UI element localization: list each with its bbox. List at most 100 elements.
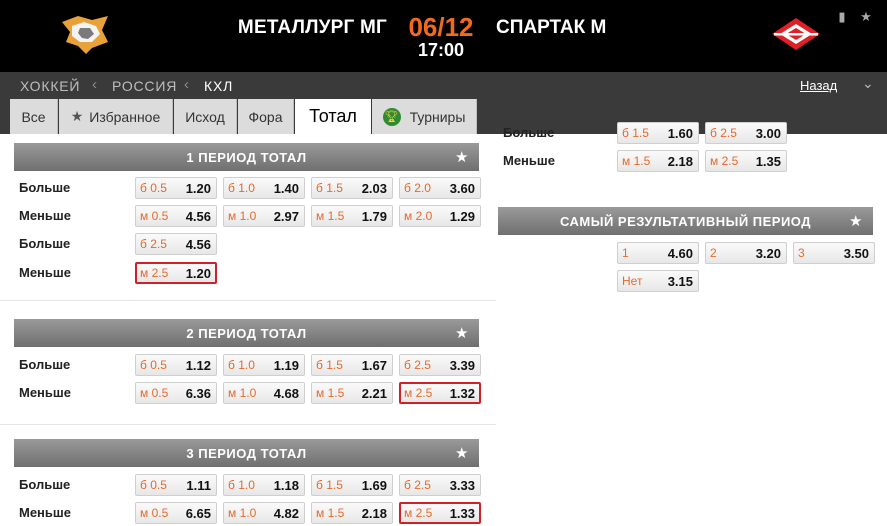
tab-handicap[interactable]: Фора <box>238 99 294 134</box>
odds-line: б 0.5 <box>140 358 167 372</box>
odds-button[interactable]: б 1.5 1.60 <box>617 122 699 144</box>
odds-button[interactable]: м 1.0 4.82 <box>223 502 305 524</box>
row-label: Меньше <box>503 153 555 168</box>
stats-icon[interactable]: ▮ <box>835 10 849 24</box>
breadcrumb-separator-icon: ‹ <box>184 76 189 93</box>
odds-button[interactable]: б 1.5 1.67 <box>311 354 393 376</box>
odds-button[interactable]: м 1.5 2.18 <box>617 150 699 172</box>
odds-button[interactable]: м 1.0 2.97 <box>223 205 305 227</box>
section-header-period-3-total[interactable]: 3 ПЕРИОД ТОТАЛ ★ <box>14 439 479 467</box>
odds-value: 1.18 <box>273 478 299 493</box>
odds-button[interactable]: м 1.5 2.21 <box>311 382 393 404</box>
away-team-logo <box>770 14 822 54</box>
odds-line: б 1.5 <box>316 478 343 492</box>
odds-button[interactable]: м 1.5 1.79 <box>311 205 393 227</box>
odds-button[interactable]: м 2.0 1.29 <box>399 205 481 227</box>
odds-button[interactable]: б 0.5 1.11 <box>135 474 217 496</box>
odds-value: 1.12 <box>185 358 211 373</box>
odds-button[interactable]: б 1.0 1.18 <box>223 474 305 496</box>
odds-button[interactable]: б 2.5 3.39 <box>399 354 481 376</box>
odds-button[interactable]: м 2.5 1.32 <box>399 382 481 404</box>
odds-value: 3.00 <box>755 126 781 141</box>
odds-button[interactable]: б 0.5 1.12 <box>135 354 217 376</box>
odds-button[interactable]: м 0.5 6.65 <box>135 502 217 524</box>
odds-value: 3.50 <box>843 246 869 261</box>
odds-value: 1.20 <box>185 181 211 196</box>
odds-button[interactable]: м 1.0 4.68 <box>223 382 305 404</box>
odds-value: 2.03 <box>361 181 387 196</box>
odds-button[interactable]: б 2.5 3.33 <box>399 474 481 496</box>
odds-button[interactable]: б 2.5 4.56 <box>135 233 217 255</box>
odds-value: 1.69 <box>361 478 387 493</box>
row-label: Больше <box>19 477 71 492</box>
star-icon[interactable]: ★ <box>859 10 873 24</box>
row-label: Больше <box>503 125 555 140</box>
row-label: Больше <box>19 236 71 251</box>
odds-line: м 1.0 <box>228 386 257 400</box>
odds-line: м 2.5 <box>710 154 739 168</box>
star-icon[interactable]: ★ <box>455 444 469 462</box>
match-time: 17:00 <box>417 40 465 60</box>
odds-button[interactable]: м 2.5 1.33 <box>399 502 481 524</box>
odds-button[interactable]: м 2.5 1.35 <box>705 150 787 172</box>
odds-button[interactable]: б 2.5 3.00 <box>705 122 787 144</box>
odds-line: м 1.5 <box>316 506 345 520</box>
odds-button[interactable]: м 0.5 4.56 <box>135 205 217 227</box>
odds-button[interactable]: б 1.0 1.19 <box>223 354 305 376</box>
tab-all[interactable]: Все <box>10 99 58 134</box>
star-icon[interactable]: ★ <box>849 212 863 230</box>
section-header-top-scoring-period[interactable]: САМЫЙ РЕЗУЛЬТАТИВНЫЙ ПЕРИОД ★ <box>498 207 873 235</box>
odds-button[interactable]: м 0.5 6.36 <box>135 382 217 404</box>
back-link[interactable]: Назад <box>800 78 837 93</box>
star-icon[interactable]: ★ <box>455 324 469 342</box>
odds-line: б 1.5 <box>316 181 343 195</box>
odds-value: 1.20 <box>185 266 211 281</box>
breadcrumb-sport[interactable]: ХОККЕЙ <box>20 78 80 94</box>
odds-value: 1.79 <box>361 209 387 224</box>
away-team-name: СПАРТАК М <box>496 17 607 38</box>
tab-outcome[interactable]: Исход <box>174 99 237 134</box>
odds-value: 1.35 <box>755 154 781 169</box>
star-icon: ★ <box>70 108 84 124</box>
odds-value: 3.60 <box>449 181 475 196</box>
odds-value: 1.29 <box>449 209 475 224</box>
breadcrumb-league[interactable]: КХЛ <box>204 78 233 94</box>
odds-value: 3.15 <box>667 274 693 289</box>
odds-button[interactable]: м 1.5 2.18 <box>311 502 393 524</box>
odds-button[interactable]: м 2.5 1.20 <box>135 262 217 284</box>
odds-button[interactable]: 1 4.60 <box>617 242 699 264</box>
odds-button[interactable]: б 1.0 1.40 <box>223 177 305 199</box>
match-date: 06/12 <box>408 12 474 42</box>
match-header: МЕТАЛЛУРГ МГ 06/12 17:00 СПАРТАК М ▮ ★ <box>0 0 887 72</box>
tab-total[interactable]: Тотал <box>295 99 371 134</box>
odds-value: 2.18 <box>361 506 387 521</box>
section-divider <box>0 424 496 425</box>
breadcrumb-separator-icon: ‹ <box>92 76 97 93</box>
odds-line: 2 <box>710 246 717 260</box>
odds-value: 3.33 <box>449 478 475 493</box>
odds-line: б 0.5 <box>140 478 167 492</box>
section-header-period-1-total[interactable]: 1 ПЕРИОД ТОТАЛ ★ <box>14 143 479 171</box>
tab-tournaments[interactable]: 🏆︎ Турниры <box>372 99 477 134</box>
odds-button[interactable]: б 0.5 1.20 <box>135 177 217 199</box>
odds-value: 3.39 <box>449 358 475 373</box>
odds-button[interactable]: Нет 3.15 <box>617 270 699 292</box>
odds-line: м 2.5 <box>404 506 433 520</box>
odds-button[interactable]: б 1.5 2.03 <box>311 177 393 199</box>
odds-button[interactable]: 3 3.50 <box>793 242 875 264</box>
odds-line: м 0.5 <box>140 209 169 223</box>
odds-button[interactable]: б 2.0 3.60 <box>399 177 481 199</box>
odds-button[interactable]: 2 3.20 <box>705 242 787 264</box>
chevron-down-icon[interactable]: ⌄ <box>862 75 874 92</box>
odds-line: м 1.5 <box>316 386 345 400</box>
row-label: Больше <box>19 357 71 372</box>
tab-favorites[interactable]: ★ Избранное <box>59 99 173 134</box>
odds-line: б 2.5 <box>404 358 431 372</box>
section-header-period-2-total[interactable]: 2 ПЕРИОД ТОТАЛ ★ <box>14 319 479 347</box>
odds-value: 2.21 <box>361 386 387 401</box>
star-icon[interactable]: ★ <box>455 148 469 166</box>
trophy-icon: 🏆︎ <box>382 107 401 126</box>
breadcrumb-country[interactable]: РОССИЯ <box>112 78 177 94</box>
section-divider <box>0 300 496 301</box>
odds-button[interactable]: б 1.5 1.69 <box>311 474 393 496</box>
